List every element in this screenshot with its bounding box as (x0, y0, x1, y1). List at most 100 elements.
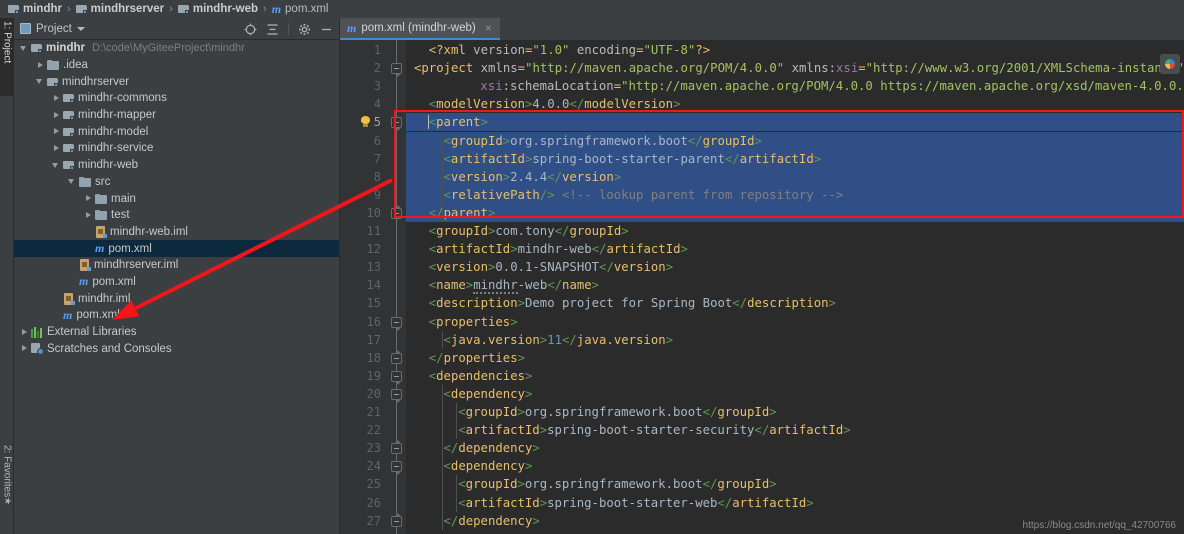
tree-row-mindhr-iml[interactable]: mindhr.iml (14, 290, 339, 307)
tree-row-pom-xml[interactable]: m pom.xml (14, 307, 339, 324)
indent-guide (456, 403, 458, 440)
fold-marker-down[interactable] (391, 388, 402, 403)
line-number: 27 (366, 513, 381, 528)
code-text[interactable]: <?xml version="1.0" encoding="UTF-8"?> <p… (361, 40, 1184, 534)
editor-tab-pomxml[interactable]: m pom.xml (mindhr-web) × (340, 18, 500, 40)
maven-m-icon: m (271, 1, 282, 16)
maven-m-icon: m (347, 20, 357, 35)
tree-row-mindhr-web-iml[interactable]: mindhr-web.iml (14, 224, 339, 241)
module-icon (63, 143, 74, 154)
maven-reload-icon[interactable] (1160, 54, 1180, 74)
tree-row-mindhrserver[interactable]: mindhrserver (14, 73, 339, 90)
line-number: 14 (366, 278, 381, 293)
expand-arrow-right-icon[interactable] (84, 194, 93, 203)
fold-marker-up[interactable] (391, 204, 402, 219)
breadcrumb-item-mindhr-web[interactable]: mindhr-web (176, 3, 260, 15)
tree-row-mindhr-commons[interactable]: mindhr-commons (14, 90, 339, 107)
settings-gear-icon[interactable] (298, 23, 311, 36)
fold-marker-down[interactable] (391, 461, 402, 476)
expand-arrow-right-icon[interactable] (20, 344, 29, 353)
line-number: 11 (366, 224, 381, 238)
breadcrumb-item-pomxml[interactable]: m pom.xml (270, 2, 331, 17)
line-number: 22 (366, 423, 381, 438)
tree-row-mindhr[interactable]: mindhr D:\code\MyGiteeProject\mindhr (14, 40, 339, 57)
project-panel-title: Project (36, 22, 72, 35)
tree-row-external-libraries[interactable]: External Libraries (14, 324, 339, 341)
expand-arrow-right-icon[interactable] (52, 94, 61, 103)
tree-row-mindhr-model[interactable]: mindhr-model (14, 123, 339, 140)
code-line: <artifactId>spring-boot-starter-security… (458, 423, 851, 438)
tree-row-src[interactable]: src (14, 174, 339, 191)
line-number: 10 (366, 205, 381, 220)
code-folding-strip[interactable] (388, 40, 406, 534)
fold-marker-down[interactable] (391, 63, 402, 78)
expand-arrow-right-icon[interactable] (52, 127, 61, 136)
maven-m-icon: m (79, 274, 89, 289)
maven-m-icon: m (63, 307, 73, 322)
locate-icon[interactable] (244, 23, 257, 36)
fold-marker-up[interactable] (391, 512, 402, 527)
code-line: xsi:schemaLocation="http://maven.apache.… (480, 79, 1184, 94)
intention-bulb-icon[interactable] (360, 116, 371, 128)
code-line: <dependencies> (428, 368, 533, 383)
breadcrumb-item-mindhr[interactable]: mindhr (6, 3, 64, 15)
expand-arrow-down-icon[interactable] (20, 44, 29, 53)
line-number: 4 (373, 97, 381, 112)
breadcrumb-label: mindhr-web (192, 3, 259, 15)
fold-marker-up[interactable] (391, 349, 402, 364)
tree-row-label: test (111, 209, 130, 222)
tool-window-tab-favorites[interactable]: 2: Favorites ★ (0, 442, 14, 532)
tree-row-pom-xml[interactable]: m pom.xml (14, 240, 339, 257)
breadcrumb-separator: › (169, 3, 173, 15)
tree-row-mindhrserver-iml[interactable]: mindhrserver.iml (14, 257, 339, 274)
code-line: <name>mindhr-web</name> (428, 278, 600, 295)
breadcrumb-item-mindhrserver[interactable]: mindhrserver (74, 3, 167, 15)
expand-arrow-down-icon[interactable] (36, 77, 45, 86)
tree-row--idea[interactable]: .idea (14, 57, 339, 74)
tree-row-mindhr-web[interactable]: mindhr-web (14, 157, 339, 174)
tool-window-tab-label: 1: Project (1, 21, 13, 64)
hide-panel-icon[interactable] (320, 23, 333, 36)
project-tree[interactable]: mindhr D:\code\MyGiteeProject\mindhr .idea… (14, 40, 339, 534)
tree-row-test[interactable]: test (14, 207, 339, 224)
expand-arrow-right-icon[interactable] (36, 61, 45, 70)
expand-arrow-down-icon[interactable] (52, 161, 61, 170)
tree-row-label: mindhr-web.iml (110, 225, 188, 238)
fold-marker-up[interactable] (391, 440, 402, 455)
tree-row-label: pom.xml (76, 309, 120, 322)
code-line: </properties> (428, 350, 526, 365)
expand-arrow-right-icon[interactable] (20, 328, 29, 337)
collapse-all-icon[interactable] (266, 23, 279, 36)
project-tool-window: Project mindhr D:\code\MyGiteeProject\min… (14, 18, 340, 534)
fold-marker-down[interactable] (391, 316, 402, 331)
line-number: 5 (373, 115, 381, 130)
module-icon (63, 93, 74, 104)
editor-tab-label: pom.xml (mindhr-web) (361, 22, 476, 34)
code-line: <parent> (428, 115, 488, 130)
tree-row-mindhr-mapper[interactable]: mindhr-mapper (14, 107, 339, 124)
folder-icon (79, 176, 91, 187)
tree-row-main[interactable]: main (14, 190, 339, 207)
fold-guide-line (396, 40, 397, 534)
tree-row-pom-xml[interactable]: m pom.xml (14, 274, 339, 291)
expand-arrow-down-icon[interactable] (68, 177, 77, 186)
tree-row-scratches-and-consoles[interactable]: Scratches and Consoles (14, 340, 339, 357)
fold-marker-down[interactable] (391, 370, 402, 385)
chevron-down-icon[interactable] (76, 26, 85, 31)
tree-row-label: mindhr (46, 42, 85, 55)
tool-window-tab-project[interactable]: 1: Project (0, 18, 14, 96)
code-line: <description>Demo project for Spring Boo… (428, 296, 836, 311)
code-editor[interactable]: 1 2 3 4 5 6 7 8 9 10 11 12 13 14 15 16 17 18 19 20 21 22 23 24 2… (340, 40, 1184, 534)
text-caret (427, 115, 430, 130)
line-number: 9 (373, 187, 381, 202)
line-number: 12 (366, 242, 381, 257)
line-number-gutter[interactable]: 1 2 3 4 5 6 7 8 9 10 11 12 13 14 15 16 17 18 19 20 21 22 23 24 2… (340, 40, 388, 534)
module-icon (63, 110, 74, 121)
close-icon[interactable]: × (485, 21, 492, 35)
expand-arrow-right-icon[interactable] (84, 211, 93, 220)
fold-marker-down[interactable] (391, 117, 402, 132)
expand-arrow-right-icon[interactable] (52, 144, 61, 153)
tree-row-mindhr-service[interactable]: mindhr-service (14, 140, 339, 157)
expand-arrow-right-icon[interactable] (52, 111, 61, 120)
